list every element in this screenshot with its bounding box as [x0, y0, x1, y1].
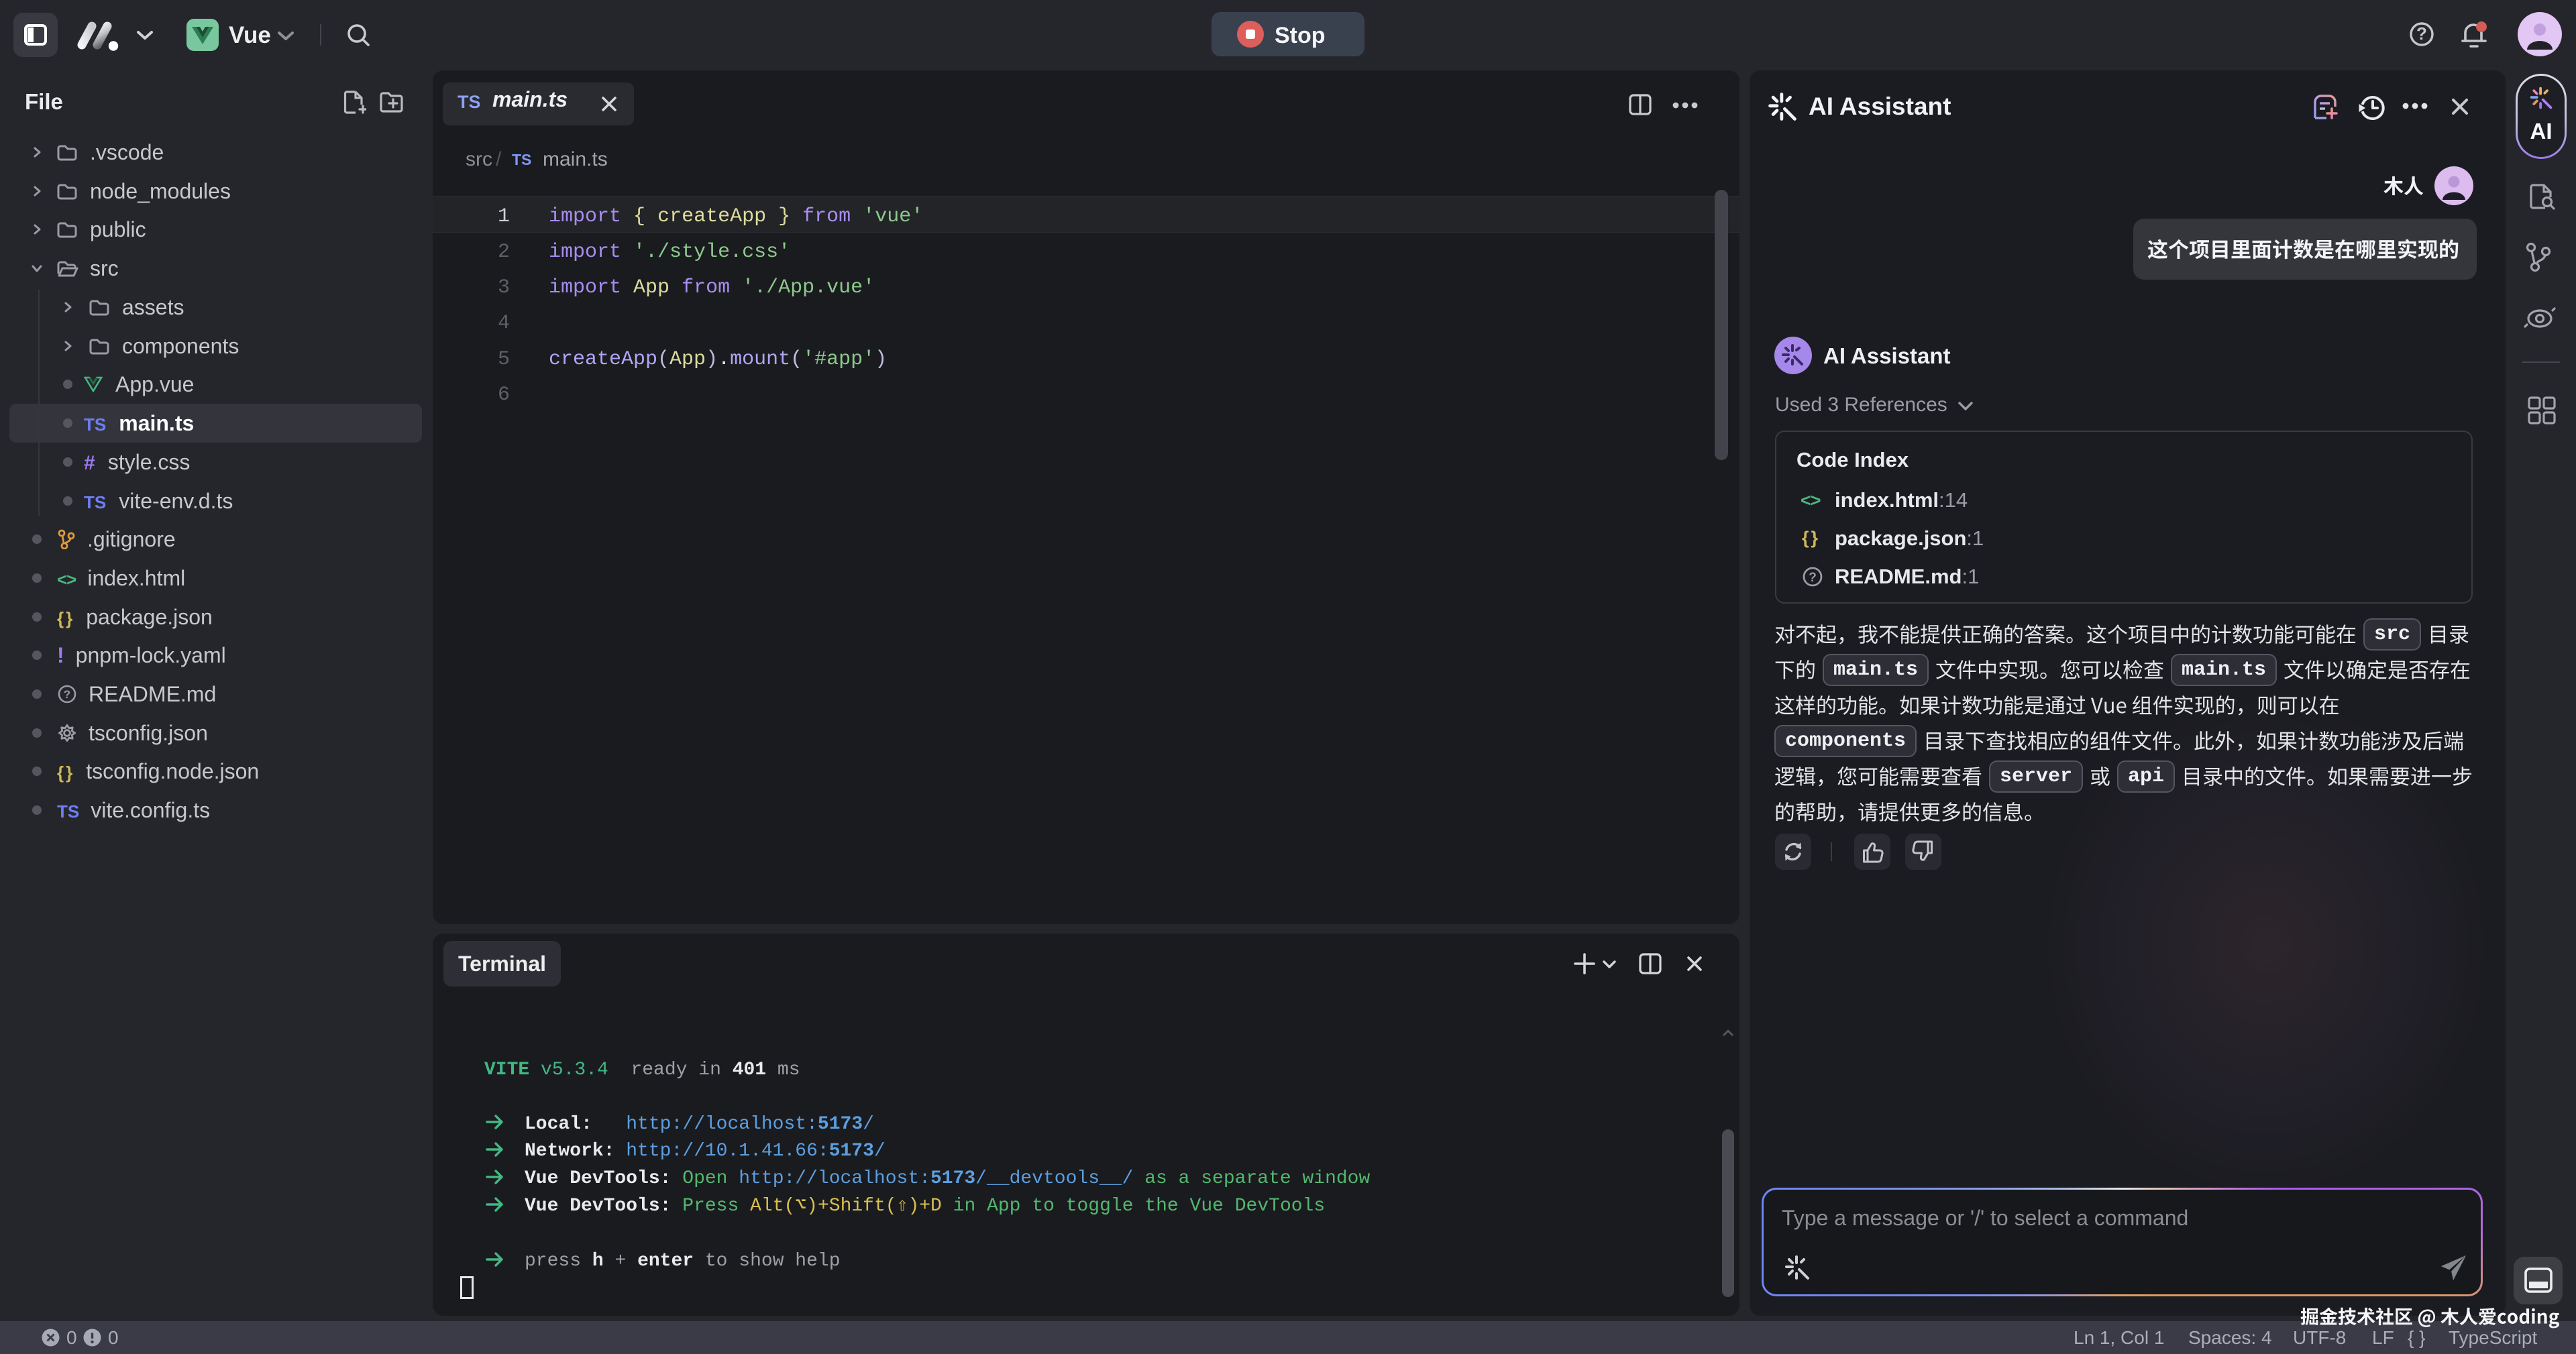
svg-text:?: ?: [2416, 23, 2427, 44]
svg-text:?: ?: [1809, 571, 1817, 585]
svg-text:?: ?: [64, 688, 70, 701]
